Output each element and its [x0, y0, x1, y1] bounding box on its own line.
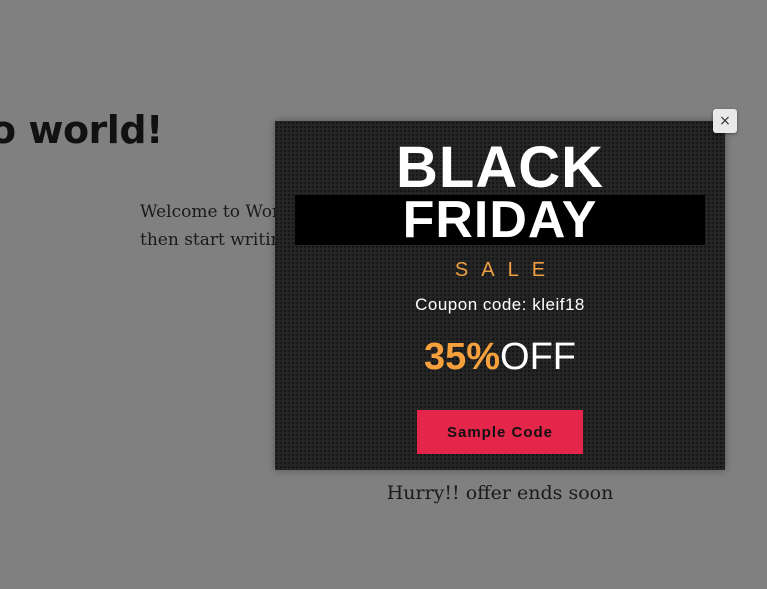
post-title: o world!	[0, 108, 163, 152]
coupon-code-text: Coupon code: kleif18	[415, 295, 585, 314]
discount-percent: 35%	[423, 336, 501, 378]
offer-ends-text: Hurry!! offer ends soon	[386, 482, 614, 504]
black-friday-popup: BLACK FRIDAY SALE Coupon code: kleif18 3…	[275, 121, 725, 470]
discount-display: 35%OFF	[275, 334, 725, 380]
popup-heading-friday: FRIDAY	[402, 191, 598, 249]
sale-label: SALE	[454, 259, 559, 281]
close-icon: ×	[719, 113, 731, 129]
close-popup-button[interactable]: ×	[713, 109, 737, 133]
popup-heading-black: BLACK	[396, 135, 604, 200]
sample-code-button[interactable]: Sample Code	[417, 410, 583, 454]
friday-banner: FRIDAY	[295, 191, 705, 249]
discount-suffix: OFF	[500, 336, 577, 378]
